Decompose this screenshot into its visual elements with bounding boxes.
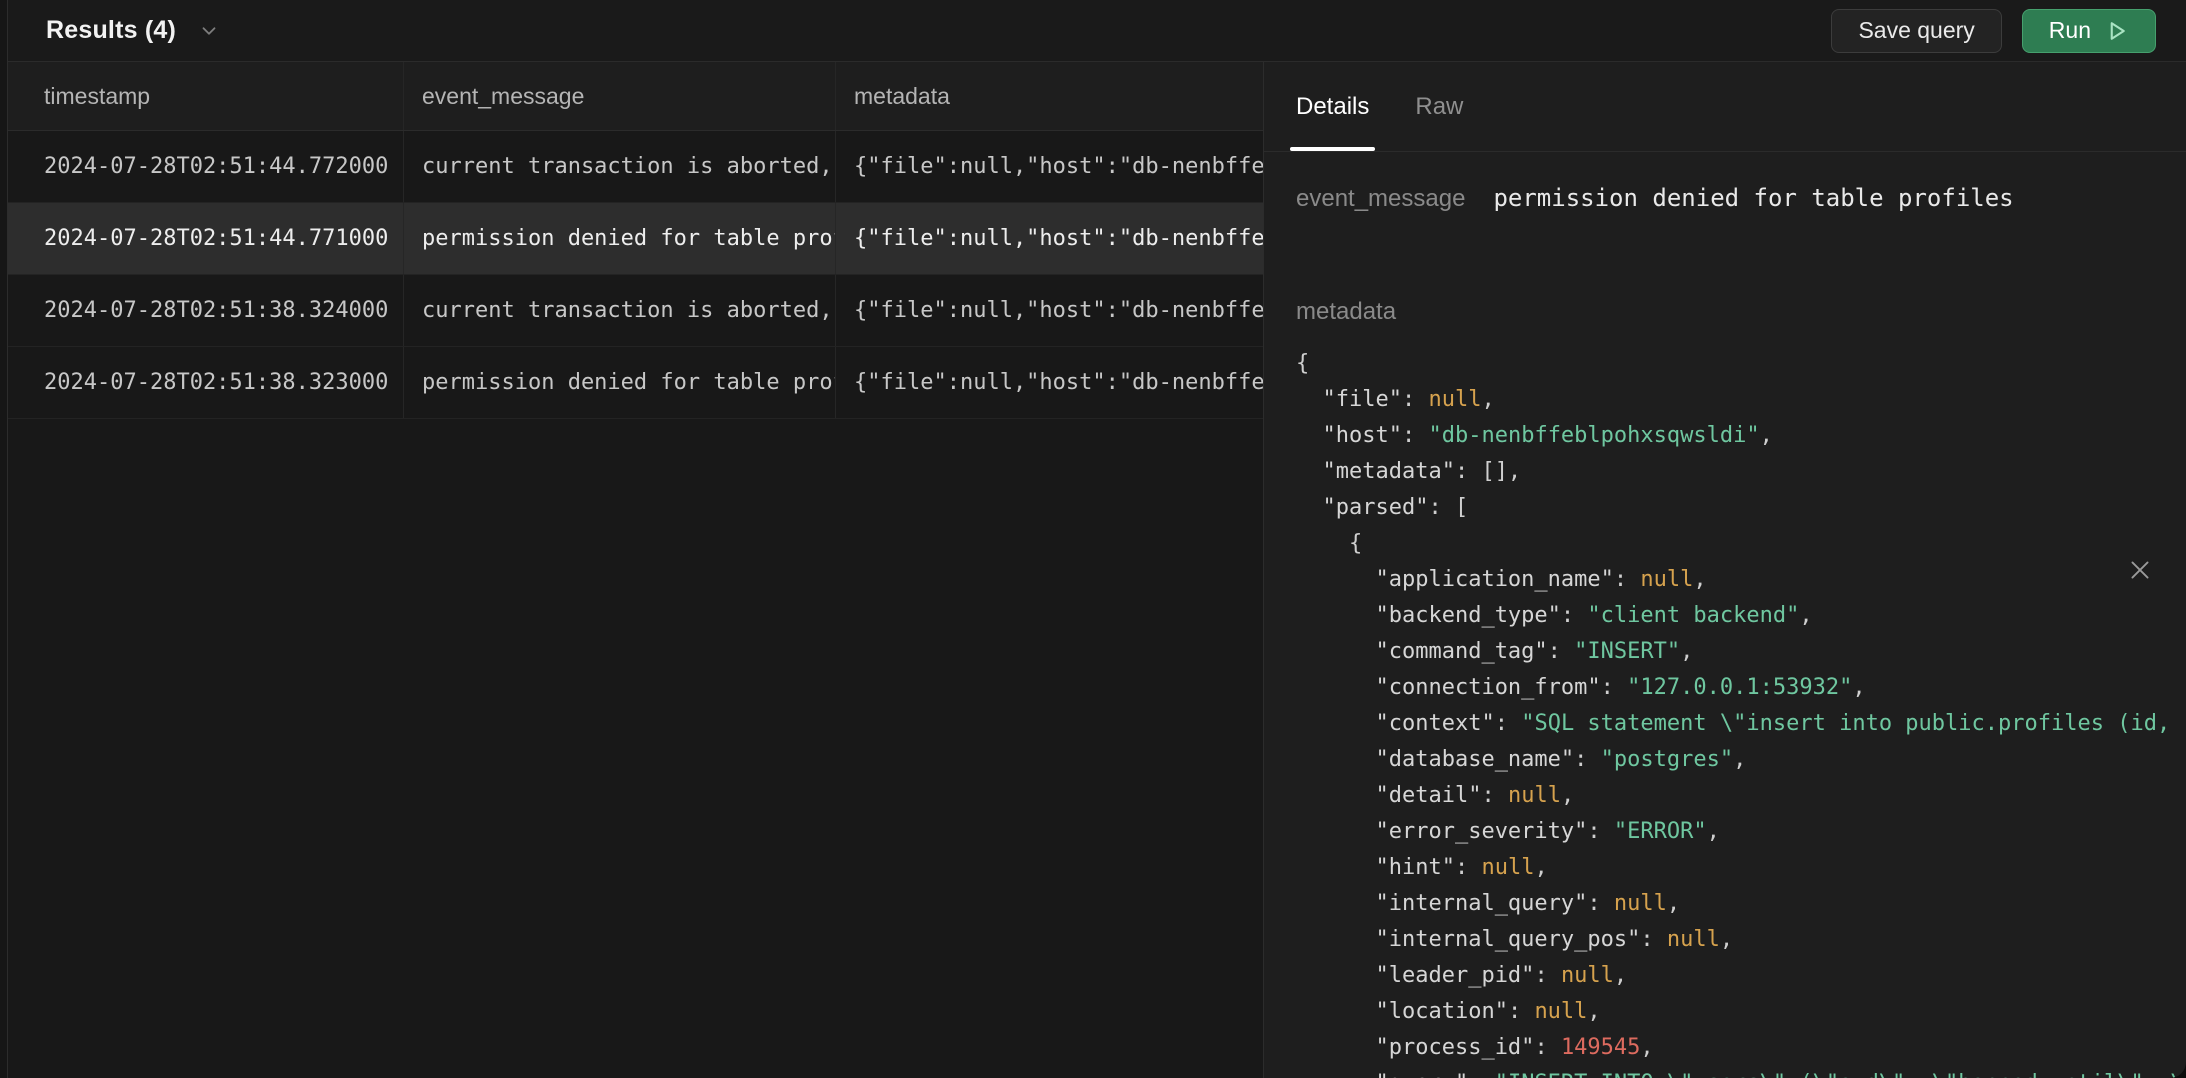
chevron-down-icon (198, 20, 220, 42)
json-line: "hint": null, (1296, 850, 2186, 886)
cell-timestamp: 2024-07-28T02:51:44.771000 (8, 203, 404, 274)
metadata-label: metadata (1296, 298, 2186, 326)
json-line: "leader_pid": null, (1296, 958, 2186, 994)
cell-metadata: {"file":null,"host":"db-nenbffeblpohxsqw… (836, 131, 1263, 202)
run-button-label: Run (2049, 17, 2091, 44)
run-query-button[interactable]: Run (2022, 9, 2156, 53)
tab-details[interactable]: Details (1296, 62, 1369, 151)
json-line: "file": null, (1296, 382, 2186, 418)
json-line: "query": "INSERT INTO \"users\" (\"aud\"… (1296, 1066, 2186, 1078)
panel-body: event_message permission denied for tabl… (1264, 152, 2186, 1078)
metadata-json: { "file": null, "host": "db-nenbffeblpoh… (1296, 346, 2186, 1078)
column-header-event-message[interactable]: event_message (404, 62, 836, 130)
cell-metadata: {"file":null,"host":"db-nenbffeblpohxsqw… (836, 203, 1263, 274)
table-row[interactable]: 2024-07-28T02:51:38.323000 permission de… (8, 347, 1263, 419)
sidebar-edge-divider (0, 0, 8, 1078)
json-line: "database_name": "postgres", (1296, 742, 2186, 778)
json-line: { (1296, 526, 2186, 562)
cell-event-message: permission denied for table profiles (404, 203, 836, 274)
cell-event-message: permission denied for table profiles (404, 347, 836, 418)
cell-event-message: current transaction is aborted, commands… (404, 275, 836, 346)
json-line: { (1296, 346, 2186, 382)
top-bar: Results (4) Save query Run (8, 0, 2186, 62)
cell-metadata: {"file":null,"host":"db-nenbffeblpohxsqw… (836, 347, 1263, 418)
play-icon (2105, 19, 2129, 43)
json-line: "parsed": [ (1296, 490, 2186, 526)
close-icon (2127, 557, 2153, 583)
cell-timestamp: 2024-07-28T02:51:44.772000 (8, 131, 404, 202)
table-row[interactable]: 2024-07-28T02:51:44.771000 permission de… (8, 203, 1263, 275)
log-table-header: timestamp event_message metadata (8, 62, 1263, 131)
log-table-body: 2024-07-28T02:51:44.772000 current trans… (8, 131, 1263, 419)
column-header-timestamp[interactable]: timestamp (8, 62, 404, 130)
json-line: "process_id": 149545, (1296, 1030, 2186, 1066)
cell-event-message: current transaction is aborted, commands… (404, 131, 836, 202)
cell-timestamp: 2024-07-28T02:51:38.324000 (8, 275, 404, 346)
json-line: "internal_query_pos": null, (1296, 922, 2186, 958)
cell-metadata: {"file":null,"host":"db-nenbffeblpohxsqw… (836, 275, 1263, 346)
json-line: "error_severity": "ERROR", (1296, 814, 2186, 850)
column-header-metadata[interactable]: metadata (836, 62, 1263, 130)
log-table: timestamp event_message metadata 2024-07… (8, 62, 1263, 1078)
json-line: "context": "SQL statement \"insert into … (1296, 706, 2186, 742)
event-message-value: permission denied for table profiles (1493, 184, 2013, 212)
close-panel-button[interactable] (2120, 550, 2160, 590)
results-dropdown[interactable]: Results (4) (46, 16, 220, 45)
logs-explorer: Results (4) Save query Run timestamp eve… (0, 0, 2186, 1078)
json-line: "backend_type": "client backend", (1296, 598, 2186, 634)
json-line: "location": null, (1296, 994, 2186, 1030)
json-line: "internal_query": null, (1296, 886, 2186, 922)
save-query-button[interactable]: Save query (1831, 9, 2001, 53)
event-message-label: event_message (1296, 185, 1465, 213)
json-line: "command_tag": "INSERT", (1296, 634, 2186, 670)
json-line: "application_name": null, (1296, 562, 2186, 598)
table-row[interactable]: 2024-07-28T02:51:44.772000 current trans… (8, 131, 1263, 203)
panel-tabs: Details Raw (1264, 62, 2186, 152)
json-line: "detail": null, (1296, 778, 2186, 814)
topbar-actions: Save query Run (1831, 9, 2156, 53)
tab-raw[interactable]: Raw (1415, 62, 1463, 151)
json-line: "connection_from": "127.0.0.1:53932", (1296, 670, 2186, 706)
cell-timestamp: 2024-07-28T02:51:38.323000 (8, 347, 404, 418)
json-line: "metadata": [], (1296, 454, 2186, 490)
json-line: "host": "db-nenbffeblpohxsqwsldi", (1296, 418, 2186, 454)
event-message-row: event_message permission denied for tabl… (1296, 184, 2186, 216)
table-row[interactable]: 2024-07-28T02:51:38.324000 current trans… (8, 275, 1263, 347)
results-count-label: Results (4) (46, 16, 176, 45)
details-panel: Details Raw event_message permission deni… (1263, 62, 2186, 1078)
